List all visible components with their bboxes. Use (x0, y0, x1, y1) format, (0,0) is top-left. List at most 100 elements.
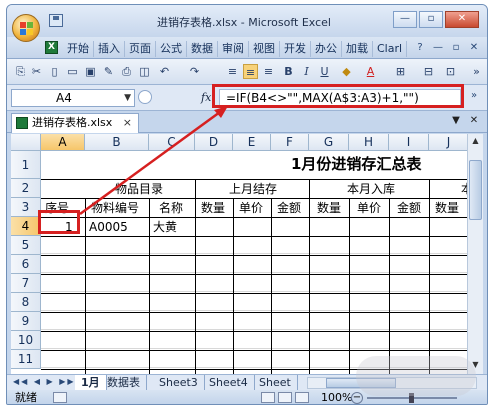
tab-page[interactable]: 页面 (125, 41, 156, 57)
insert-function-icon[interactable]: fx (201, 91, 211, 104)
tab-data[interactable]: 数据 (187, 41, 218, 57)
borders-icon[interactable]: ⊞ (393, 64, 408, 79)
cell-b4[interactable]: A0005 (89, 218, 128, 236)
undo-icon[interactable]: ↶ (157, 64, 172, 79)
underline-icon[interactable]: U (317, 64, 332, 79)
row-header-7[interactable]: 7 (11, 274, 41, 293)
save-icon[interactable] (49, 14, 63, 27)
name-box[interactable]: A4 ▼ (11, 89, 135, 107)
redo-icon[interactable]: ↷ (187, 64, 202, 79)
close-button[interactable]: ✕ (445, 11, 479, 28)
row-header-8[interactable]: 8 (11, 293, 41, 312)
tab-home[interactable]: 开始 (63, 41, 94, 57)
sheet-tab-sheet3[interactable]: Sheet3 (153, 375, 205, 390)
page-break-view-icon[interactable] (295, 392, 309, 403)
zoom-level[interactable]: 100% (321, 390, 352, 404)
merge-icon[interactable]: ⊟ (421, 64, 436, 79)
open-icon[interactable]: ▭ (65, 64, 80, 79)
scroll-up-icon[interactable]: ▲ (469, 134, 482, 148)
fill-color-icon[interactable]: ◆ (339, 64, 354, 79)
help-icon[interactable]: ? (413, 41, 427, 55)
format-painter-icon[interactable]: ✎ (101, 64, 116, 79)
normal-view-icon[interactable] (261, 392, 275, 403)
align-center-icon[interactable]: ≡ (243, 64, 258, 79)
save-toolbar-icon[interactable]: ▣ (83, 64, 98, 79)
header-price-prev: 单价 (239, 201, 264, 215)
cell-a4-highlight-box (38, 210, 80, 234)
row-header-2[interactable]: 2 (11, 179, 41, 198)
row-header-1[interactable]: 1 (11, 151, 41, 179)
sheet-tab-sheet-partial[interactable]: Sheet (253, 375, 298, 390)
tab-insert[interactable]: 插入 (94, 41, 125, 57)
tab-addins[interactable]: 加载 (342, 41, 373, 57)
align-right-icon[interactable]: ≡ (261, 64, 276, 79)
sheet-nav-arrows-icon[interactable]: ◀◀ ◀ ▶ ▶▶ (13, 377, 76, 386)
new-file-icon[interactable]: ▯ (47, 64, 62, 79)
tab-formulas[interactable]: 公式 (156, 41, 187, 57)
vertical-scroll-thumb[interactable] (469, 160, 482, 220)
workbook-tab[interactable]: 进销存表格.xlsx × (11, 113, 139, 133)
row-header-6[interactable]: 6 (11, 255, 41, 274)
bold-icon[interactable]: B (281, 64, 296, 79)
ribbon-restore-icon[interactable]: ▫ (449, 41, 463, 55)
view-buttons (261, 392, 312, 403)
zoom-slider[interactable] (367, 393, 457, 403)
ribbon-minimize-icon[interactable]: — (431, 41, 445, 55)
column-header-d[interactable]: D (195, 134, 233, 151)
cell-c4[interactable]: 大黄 (153, 218, 177, 236)
header-amount-prev: 金额 (277, 201, 302, 215)
column-header-h[interactable]: H (349, 134, 389, 151)
macro-record-icon[interactable] (53, 392, 67, 403)
menu-right-controls: ? — ▫ ✕ (409, 41, 481, 55)
workbook-list-icon[interactable]: ▼ (449, 115, 463, 129)
row-header-5[interactable]: 5 (11, 236, 41, 255)
tab-review[interactable]: 审阅 (218, 41, 249, 57)
column-header-a[interactable]: A (41, 134, 85, 151)
italic-icon[interactable]: I (299, 64, 314, 79)
column-header-b[interactable]: B (85, 134, 149, 151)
paste-icon[interactable]: ⎘ (13, 64, 28, 79)
close-workbook-icon[interactable]: × (123, 114, 132, 132)
ribbon-close-icon[interactable]: ✕ (467, 41, 481, 55)
tab-clarl[interactable]: Clarl (373, 41, 408, 57)
column-header-e[interactable]: E (233, 134, 271, 151)
tab-developer[interactable]: 开发 (280, 41, 311, 57)
row-header-9[interactable]: 9 (11, 312, 41, 331)
watermark (356, 356, 476, 396)
zoom-out-icon[interactable]: − (351, 392, 363, 404)
select-all-corner[interactable] (11, 134, 41, 151)
ribbon-tabs: 开始 插入 页面 公式 数据 审阅 视图 开发 办公 加载 Clarl (63, 41, 408, 57)
toolbar-more-icon[interactable]: » (469, 64, 484, 79)
column-header-g[interactable]: G (309, 134, 349, 151)
row-header-11[interactable]: 11 (11, 350, 41, 369)
column-header-i[interactable]: I (389, 134, 429, 151)
restore-button[interactable]: ▫ (419, 11, 443, 28)
header-amount-in: 金额 (397, 201, 422, 215)
insert-cells-icon[interactable]: ⊡ (443, 64, 458, 79)
formula-bar-grip-icon[interactable] (138, 90, 152, 104)
preview-icon[interactable]: ◫ (137, 64, 152, 79)
workbook-close-icon[interactable]: ✕ (467, 115, 481, 129)
font-color-icon[interactable]: A (363, 64, 378, 79)
row-header-10[interactable]: 10 (11, 331, 41, 350)
chevron-down-icon[interactable]: ▼ (124, 90, 131, 106)
tab-office[interactable]: 办公 (311, 41, 342, 57)
tab-view[interactable]: 视图 (249, 41, 280, 57)
column-header-f[interactable]: F (271, 134, 309, 151)
print-icon[interactable]: ⎙ (119, 64, 134, 79)
page-layout-view-icon[interactable] (278, 392, 292, 403)
minimize-button[interactable]: — (393, 11, 417, 28)
cut-icon[interactable]: ✂ (29, 64, 44, 79)
header-qty-next: 数量 (435, 201, 460, 215)
window-title: 进销存表格.xlsx - Microsoft Excel (157, 16, 331, 29)
column-header-c[interactable]: C (149, 134, 195, 151)
row-header-4[interactable]: 4 (11, 217, 41, 236)
vertical-scrollbar[interactable]: ▲ ▼ (467, 134, 483, 374)
sheet-tab-data[interactable]: 数据表 (101, 375, 147, 390)
align-left-icon[interactable]: ≡ (225, 64, 240, 79)
sheet-tab-sheet4[interactable]: Sheet4 (203, 375, 255, 390)
office-button[interactable] (12, 14, 40, 42)
row-header-3[interactable]: 3 (11, 198, 41, 217)
expand-formula-icon[interactable]: » (467, 90, 481, 104)
column-header-j[interactable]: J (429, 134, 467, 151)
